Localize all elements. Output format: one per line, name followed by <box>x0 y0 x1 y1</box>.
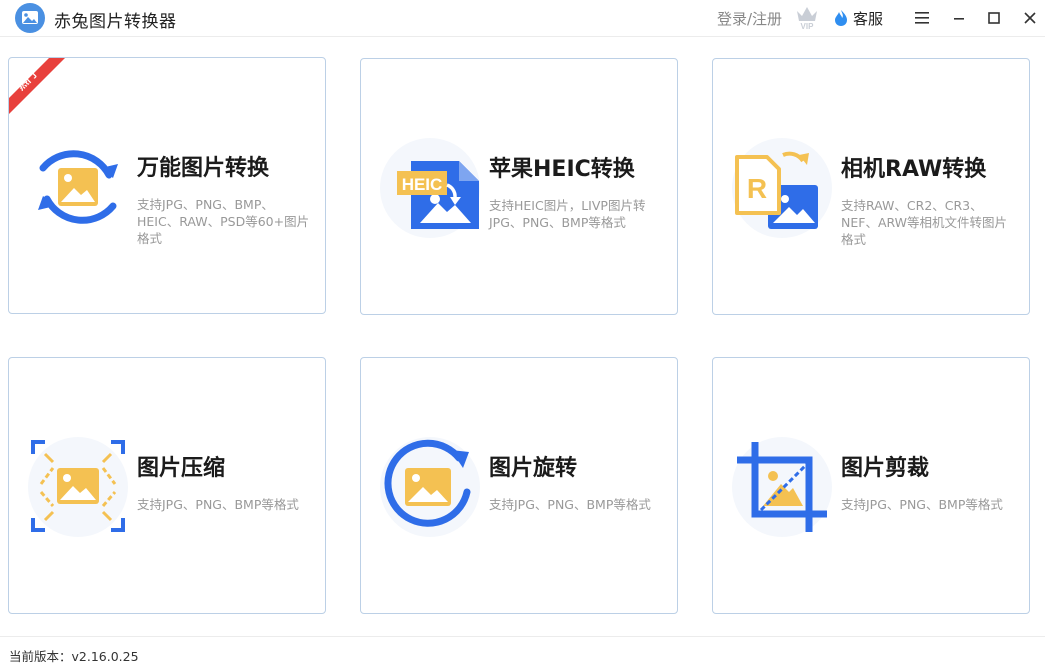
card-description: 支持RAW、CR2、CR3、NEF、ARW等相机文件转图片格式 <box>841 198 1008 247</box>
hot-badge-label: 热门 <box>13 67 38 92</box>
login-register-link[interactable]: 登录/注册 <box>717 8 782 29</box>
app-title: 赤兔图片转换器 <box>54 12 177 32</box>
customer-service-button[interactable]: 客服 <box>833 7 883 29</box>
card-universal-convert[interactable]: 热门 万能图片转换 支持JPG、PNG、BMP、HEIC、RAW、PSD等60+… <box>8 57 326 314</box>
app-logo-icon <box>15 3 45 33</box>
card-heic-convert[interactable]: HEIC 苹果HEIC转换 支持HEIC图片，LIVP图片转JPG、PNG、BM… <box>360 58 678 315</box>
card-raw-convert[interactable]: R 相机RAW转换 支持RAW、CR2、CR3、NEF、ARW等相机文件转图片格… <box>712 58 1030 315</box>
maximize-button[interactable] <box>980 4 1008 32</box>
card-description: 支持JPG、PNG、BMP等格式 <box>841 497 1003 512</box>
card-title: 图片压缩 <box>137 456 226 481</box>
version-label: 当前版本：v2.16.0.25 <box>9 649 139 664</box>
vip-crown-icon[interactable]: VIP <box>793 2 821 30</box>
card-compress[interactable]: 图片压缩 支持JPG、PNG、BMP等格式 <box>8 357 326 614</box>
heic-convert-icon: HEIC <box>380 138 480 238</box>
footer: 当前版本：v2.16.0.25 <box>0 636 1045 669</box>
maximize-icon <box>988 12 1000 24</box>
compress-icon <box>28 437 128 537</box>
card-description: 支持JPG、PNG、BMP等格式 <box>137 497 299 512</box>
service-label: 客服 <box>853 9 884 28</box>
close-icon <box>1024 12 1036 24</box>
card-title: 相机RAW转换 <box>841 157 987 182</box>
card-title: 万能图片转换 <box>137 156 270 181</box>
rotate-icon <box>380 437 480 537</box>
card-description: 支持HEIC图片，LIVP图片转JPG、PNG、BMP等格式 <box>489 198 646 230</box>
title-bar: 赤兔图片转换器 登录/注册 VIP 客服 <box>0 0 1045 37</box>
card-title: 图片旋转 <box>489 456 578 481</box>
minimize-icon <box>954 18 964 20</box>
raw-convert-icon: R <box>732 138 832 238</box>
raw-icon-text: R <box>747 173 767 204</box>
menu-icon <box>915 12 929 24</box>
card-rotate[interactable]: 图片旋转 支持JPG、PNG、BMP等格式 <box>360 357 678 614</box>
service-flame-icon <box>835 10 847 26</box>
menu-button[interactable] <box>908 4 936 32</box>
heic-icon-text: HEIC <box>402 175 443 194</box>
vip-label: VIP <box>801 22 815 30</box>
minimize-button[interactable] <box>945 4 973 32</box>
card-description: 支持JPG、PNG、BMP、HEIC、RAW、PSD等60+图片格式 <box>137 197 310 246</box>
card-description: 支持JPG、PNG、BMP等格式 <box>489 497 651 512</box>
crop-icon <box>732 437 832 537</box>
card-title: 苹果HEIC转换 <box>489 157 635 182</box>
close-button[interactable] <box>1016 4 1044 32</box>
universal-convert-icon <box>38 150 118 224</box>
card-title: 图片剪裁 <box>841 456 930 481</box>
card-crop[interactable]: 图片剪裁 支持JPG、PNG、BMP等格式 <box>712 357 1030 614</box>
hot-badge: 热门 <box>9 58 65 114</box>
